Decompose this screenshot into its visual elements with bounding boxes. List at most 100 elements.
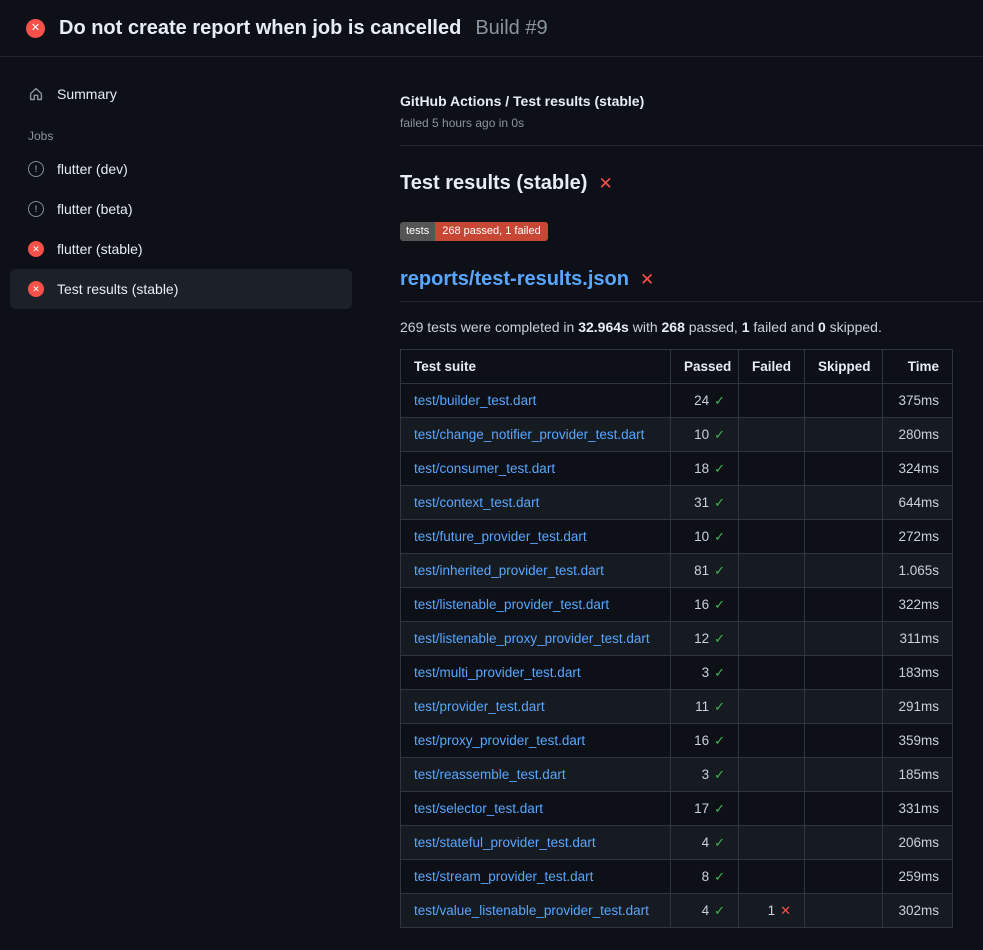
failed-x-icon: ✕ xyxy=(640,271,654,288)
table-row: test/context_test.dart31✓644ms xyxy=(401,486,953,520)
table-row: test/inherited_provider_test.dart 81✓ 1.06… xyxy=(401,554,953,588)
sidebar-job-test-results-stable[interactable]: ✕Test results (stable) xyxy=(10,269,352,309)
neutral-status-icon: ! xyxy=(28,201,44,217)
test-suite-link[interactable]: test/multi_provider_test.dart xyxy=(414,665,581,680)
skipped-cell xyxy=(805,452,883,486)
skipped-cell xyxy=(805,724,883,758)
table-row: test/future_provider_test.dart10✓272ms xyxy=(401,520,953,554)
failed-cell xyxy=(739,486,805,520)
test-suite-link[interactable]: test/reassemble_test.dart xyxy=(414,767,566,782)
passed-cell: 4✓ xyxy=(671,894,739,928)
column-header-passed: Passed xyxy=(671,350,739,384)
test-suite-cell: test/value_listenable_provider_test.dart xyxy=(401,894,671,928)
passed-check-icon: ✓ xyxy=(714,801,725,816)
passed-count: 11 xyxy=(695,699,709,714)
passed-cell: 10✓ xyxy=(671,520,739,554)
summary-text: passed, xyxy=(685,319,742,335)
table-row: test/stream_provider_test.dart 8 ✓ 259ms xyxy=(401,860,953,894)
test-suite-link[interactable]: test/listenable_proxy_provider_test.dart xyxy=(414,631,650,646)
column-header-skipped: Skipped xyxy=(805,350,883,384)
passed-check-icon: ✓ xyxy=(714,495,725,510)
skipped-cell xyxy=(805,418,883,452)
time-cell: 1.065s xyxy=(883,554,953,588)
passed-cell: 4✓ xyxy=(671,826,739,860)
time-cell: 302ms xyxy=(883,894,953,928)
test-suite-link[interactable]: test/inherited_provider_test.dart xyxy=(414,563,604,578)
test-suite-link[interactable]: test/listenable_provider_test.dart xyxy=(414,597,609,612)
passed-count: 17 xyxy=(694,801,709,816)
passed-check-icon: ✓ xyxy=(714,631,725,646)
time-cell: 331ms xyxy=(883,792,953,826)
time-cell: 280ms xyxy=(883,418,953,452)
time-cell: 322ms xyxy=(883,588,953,622)
failed-cell xyxy=(739,724,805,758)
table-row: test/consumer_test.dart 18✓ 324ms xyxy=(401,452,953,486)
test-suite-link[interactable]: test/value_listenable_provider_test.dart xyxy=(414,903,649,918)
status-line: failed 5 hours ago in 0s xyxy=(400,116,983,130)
test-suite-cell: test/stream_provider_test.dart xyxy=(401,860,671,894)
check-title: Test results (stable) ✕ xyxy=(400,172,983,195)
test-suite-link[interactable]: test/stream_provider_test.dart xyxy=(414,869,593,884)
failed-x-icon: ✕ xyxy=(780,903,791,918)
passed-cell: 81✓ xyxy=(671,554,739,588)
summary-text: 269 tests were completed in xyxy=(400,319,578,335)
table-row: test/value_listenable_provider_test.dart… xyxy=(401,894,953,928)
test-suite-link[interactable]: test/builder_test.dart xyxy=(414,393,536,408)
sidebar-job-flutter-dev[interactable]: !flutter (dev) xyxy=(10,149,352,189)
summary-failed-count: 1 xyxy=(742,319,750,335)
passed-check-icon: ✓ xyxy=(714,869,725,884)
failed-cell xyxy=(739,554,805,588)
test-suite-link[interactable]: test/stateful_provider_test.dart xyxy=(414,835,596,850)
test-suite-cell: test/listenable_provider_test.dart xyxy=(401,588,671,622)
passed-cell: 12 ✓ xyxy=(671,622,739,656)
test-suite-link[interactable]: test/context_test.dart xyxy=(414,495,539,510)
test-suite-link[interactable]: test/proxy_provider_test.dart xyxy=(414,733,585,748)
test-suite-link[interactable]: test/provider_test.dart xyxy=(414,699,545,714)
content-area: Summary Jobs !flutter (dev)!flutter (bet… xyxy=(0,57,983,950)
test-suite-link[interactable]: test/selector_test.dart xyxy=(414,801,543,816)
passed-check-icon: ✓ xyxy=(714,903,725,918)
failed-cell xyxy=(739,758,805,792)
skipped-cell xyxy=(805,486,883,520)
summary-duration: 32.964s xyxy=(578,319,629,335)
passed-check-icon: ✓ xyxy=(714,461,725,476)
summary-text: skipped. xyxy=(826,319,882,335)
passed-count: 12 xyxy=(694,631,709,646)
table-row: test/listenable_provider_test.dart16✓322… xyxy=(401,588,953,622)
report-link[interactable]: reports/test-results.json xyxy=(400,268,629,291)
summary-text: with xyxy=(629,319,662,335)
sidebar-item-summary[interactable]: Summary xyxy=(10,75,352,113)
summary-passed-count: 268 xyxy=(662,319,685,335)
skipped-cell xyxy=(805,690,883,724)
passed-cell: 31 ✓ xyxy=(671,486,739,520)
failed-cell xyxy=(739,588,805,622)
time-cell: 259ms xyxy=(883,860,953,894)
passed-cell: 18✓ xyxy=(671,452,739,486)
test-suite-cell: test/change_notifier_provider_test.dart xyxy=(401,418,671,452)
passed-count: 31 xyxy=(694,495,709,510)
passed-count: 3 xyxy=(702,767,710,782)
header: ✕ Do not create report when job is cance… xyxy=(0,0,983,57)
time-cell: 206ms xyxy=(883,826,953,860)
passed-check-icon: ✓ xyxy=(714,665,725,680)
time-cell: 359ms xyxy=(883,724,953,758)
passed-count: 81 xyxy=(694,563,709,578)
test-suite-link[interactable]: test/change_notifier_provider_test.dart xyxy=(414,427,644,442)
passed-check-icon: ✓ xyxy=(714,393,725,408)
table-row: test/multi_provider_test.dart3✓183ms xyxy=(401,656,953,690)
passed-count: 8 xyxy=(702,869,710,884)
failed-x-icon: ✕ xyxy=(598,175,612,192)
time-cell: 324ms xyxy=(883,452,953,486)
failed-cell xyxy=(739,656,805,690)
table-row: test/listenable_proxy_provider_test.dart… xyxy=(401,622,953,656)
test-suite-link[interactable]: test/consumer_test.dart xyxy=(414,461,555,476)
test-suite-cell: test/multi_provider_test.dart xyxy=(401,656,671,690)
sidebar-job-flutter-stable[interactable]: ✕flutter (stable) xyxy=(10,229,352,269)
passed-count: 16 xyxy=(694,733,709,748)
skipped-cell xyxy=(805,554,883,588)
table-row: test/stateful_provider_test.dart 4✓ 206ms xyxy=(401,826,953,860)
test-suite-link[interactable]: test/future_provider_test.dart xyxy=(414,529,587,544)
sidebar-job-flutter-beta[interactable]: !flutter (beta) xyxy=(10,189,352,229)
failed-count: 1 xyxy=(768,903,776,918)
failed-cell xyxy=(739,452,805,486)
